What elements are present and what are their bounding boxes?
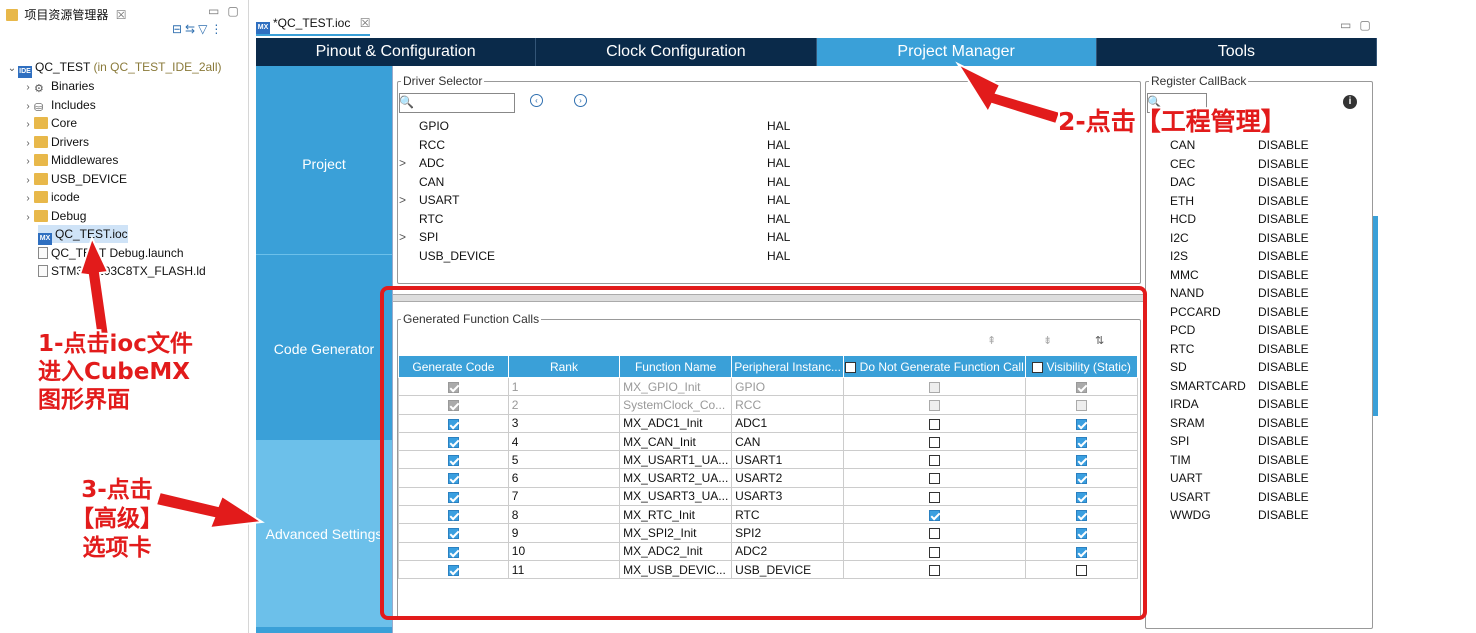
arrow-step1 (78, 235, 112, 347)
annotation-step1: 1-点击ioc文件 进入CubeMX 图形界面 (38, 330, 193, 414)
annotation-step2: 2-点击【工程管理】 (1058, 107, 1286, 136)
annotation-step1-line2: 进入CubeMX (38, 359, 190, 385)
annotation-step1-line1: 1-点击ioc文件 (38, 331, 193, 357)
arrow-step2 (955, 61, 1062, 126)
annotation-arrows (78, 61, 1062, 530)
annotation-step3-line2: 【高级】 (71, 506, 163, 532)
annotation-step1-line3: 图形界面 (38, 387, 130, 413)
annotation-step3-line1: 3-点击 (81, 477, 153, 503)
background-margin (1416, 0, 1476, 633)
annotation-step3: 3-点击 【高级】 选项卡 (62, 476, 172, 563)
annotation-step3-line3: 选项卡 (82, 535, 152, 561)
